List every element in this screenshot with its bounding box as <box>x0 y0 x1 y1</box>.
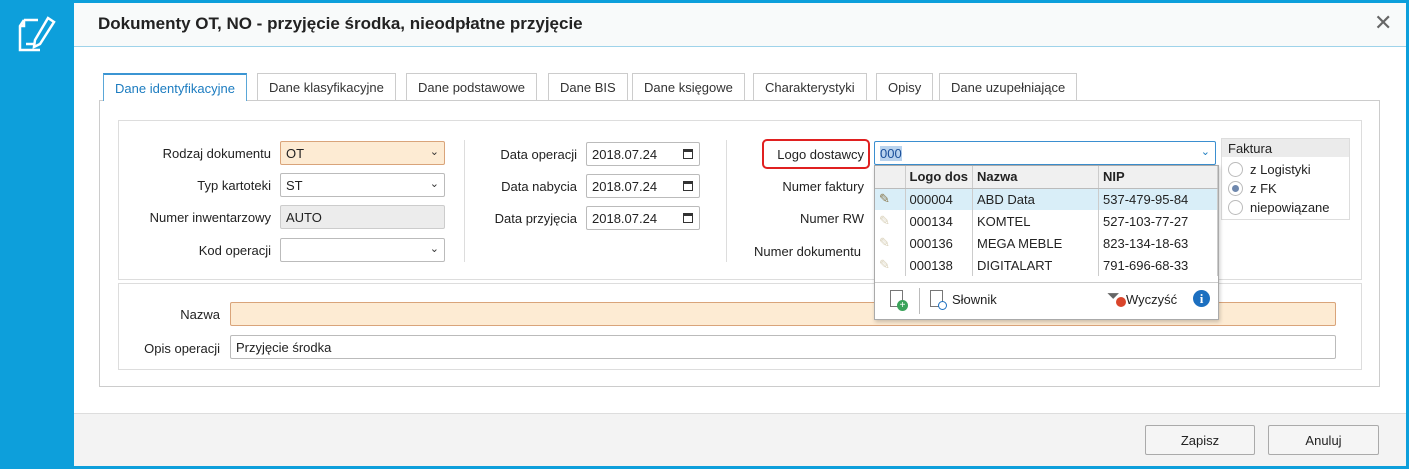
tab-dane-uzupelniajace[interactable]: Dane uzupełniające <box>939 73 1078 100</box>
logo-dostawcy-input[interactable]: 000 ⌄ <box>874 141 1216 165</box>
cancel-button[interactable]: Anuluj <box>1268 425 1379 455</box>
chevron-down-icon: ⌄ <box>429 178 439 190</box>
data-nabycia-field[interactable]: 2018.07.24 <box>586 174 700 198</box>
tab-dane-identyfikacyjne[interactable]: Dane identyfikacyjne <box>103 73 247 101</box>
numer-inw-label: Numer inwentarzowy <box>149 210 271 225</box>
logo-label: Logo dostawcy <box>777 147 864 162</box>
clear-filter-icon[interactable]: ⏷ <box>1107 288 1126 307</box>
cell-logo: 000004 <box>905 188 973 210</box>
kod-operacji-select[interactable]: ⌄ <box>280 238 445 262</box>
radio-niepowiazane[interactable] <box>1228 200 1243 215</box>
cell-nip: 791-696-68-33 <box>1098 254 1218 276</box>
rodzaj-value: OT <box>286 146 305 161</box>
opis-label: Opis operacji <box>144 341 220 356</box>
dialog-title: Dokumenty OT, NO - przyjęcie środka, nie… <box>98 14 583 33</box>
col-icon <box>875 166 906 189</box>
close-icon[interactable]: ✕ <box>1374 10 1392 36</box>
chevron-down-icon: ⌄ <box>429 146 439 158</box>
data-przy-label: Data przyjęcia <box>494 211 577 226</box>
dictionary-search-icon[interactable] <box>930 290 947 310</box>
table-row[interactable]: ✎ 000136 MEGA MEBLE 823-134-18-63 <box>875 232 1218 254</box>
data-przy-value: 2018.07.24 <box>592 211 658 226</box>
cell-logo: 000138 <box>905 254 973 276</box>
col-nazwa[interactable]: Nazwa <box>972 166 1099 189</box>
radio-label: z FK <box>1250 181 1277 196</box>
rodzaj-dokumentu-select[interactable]: OT ⌄ <box>280 141 445 165</box>
data-op-label: Data operacji <box>500 147 577 162</box>
numer-inwentarzowy-field: AUTO <box>280 205 445 229</box>
col-logo[interactable]: Logo dos <box>905 166 973 189</box>
dropdown-footer <box>875 282 1218 283</box>
cell-nip: 537-479-95-84 <box>1098 188 1218 210</box>
nazwa-label: Nazwa <box>180 307 220 322</box>
typ-label: Typ kartoteki <box>197 178 271 193</box>
logo-value: 000 <box>880 146 902 161</box>
faktura-title: Faktura <box>1222 139 1349 157</box>
divider <box>464 140 465 262</box>
tab-charakterystyki[interactable]: Charakterystyki <box>753 73 867 100</box>
table-row[interactable]: ✎ 000004 ABD Data 537-479-95-84 <box>875 188 1218 210</box>
cell-nazwa: MEGA MEBLE <box>972 232 1099 254</box>
tab-opisy[interactable]: Opisy <box>876 73 934 100</box>
calendar-icon[interactable] <box>683 181 693 191</box>
info-icon[interactable]: i <box>1193 290 1210 307</box>
pencil-icon: ✎ <box>875 232 906 254</box>
pencil-icon: ✎ <box>875 254 906 276</box>
supplier-dropdown: Logo dos Nazwa NIP ✎ 000004 ABD Data 537-479-… <box>874 165 1219 320</box>
radio-label: niepowiązane <box>1250 200 1330 215</box>
divider <box>726 140 727 262</box>
sidebar <box>0 0 74 469</box>
opis-operacji-input[interactable]: Przyjęcie środka <box>230 335 1336 359</box>
tab-dane-klasyfikacyjne[interactable]: Dane klasyfikacyjne <box>257 73 396 100</box>
data-op-value: 2018.07.24 <box>592 147 658 162</box>
calendar-icon[interactable] <box>683 213 693 223</box>
chevron-down-icon: ⌄ <box>429 243 439 255</box>
kod-label: Kod operacji <box>198 243 271 258</box>
table-row[interactable]: ✎ 000134 KOMTEL 527-103-77-27 <box>875 210 1218 232</box>
cell-nazwa: KOMTEL <box>972 210 1099 232</box>
typ-value: ST <box>286 178 303 193</box>
supplier-table: Logo dos Nazwa NIP ✎ 000004 ABD Data 537-479-… <box>875 166 1218 276</box>
divider <box>919 288 920 314</box>
radio-z-logistyki[interactable] <box>1228 162 1243 177</box>
numer-rw-label: Numer RW <box>799 211 864 226</box>
cell-nip: 527-103-77-27 <box>1098 210 1218 232</box>
radio-label: z Logistyki <box>1250 162 1311 177</box>
pencil-icon: ✎ <box>875 188 906 210</box>
data-operacji-field[interactable]: 2018.07.24 <box>586 142 700 166</box>
cell-logo: 000134 <box>905 210 973 232</box>
add-new-icon[interactable]: + <box>890 290 908 311</box>
document-edit-icon <box>18 16 56 52</box>
typ-kartoteki-select[interactable]: ST ⌄ <box>280 173 445 197</box>
tab-dane-ksiegowe[interactable]: Dane księgowe <box>632 73 745 100</box>
rodzaj-label: Rodzaj dokumentu <box>162 146 271 161</box>
numer-faktury-label: Numer faktury <box>782 179 864 194</box>
tab-dane-podstawowe[interactable]: Dane podstawowe <box>406 73 537 100</box>
wyczysc-button[interactable]: Wyczyść <box>1126 292 1177 307</box>
save-button[interactable]: Zapisz <box>1145 425 1255 455</box>
pencil-icon: ✎ <box>875 210 906 232</box>
chevron-down-icon[interactable]: ⌄ <box>1201 145 1210 158</box>
data-nab-value: 2018.07.24 <box>592 179 658 194</box>
slownik-button[interactable]: Słownik <box>952 292 997 307</box>
cell-nazwa: DIGITALART <box>972 254 1099 276</box>
calendar-icon[interactable] <box>683 149 693 159</box>
table-row[interactable]: ✎ 000138 DIGITALART 791-696-68-33 <box>875 254 1218 276</box>
data-nab-label: Data nabycia <box>501 179 577 194</box>
cell-nip: 823-134-18-63 <box>1098 232 1218 254</box>
col-nip[interactable]: NIP <box>1098 166 1218 189</box>
numer-dokumentu-label: Numer dokumentu <box>754 244 861 259</box>
cell-logo: 000136 <box>905 232 973 254</box>
faktura-group: Faktura z Logistyki z FK niepowiązane <box>1221 138 1350 220</box>
data-przyjecia-field[interactable]: 2018.07.24 <box>586 206 700 230</box>
radio-z-fk[interactable] <box>1228 181 1243 196</box>
cell-nazwa: ABD Data <box>972 188 1099 210</box>
tab-dane-bis[interactable]: Dane BIS <box>548 73 628 100</box>
